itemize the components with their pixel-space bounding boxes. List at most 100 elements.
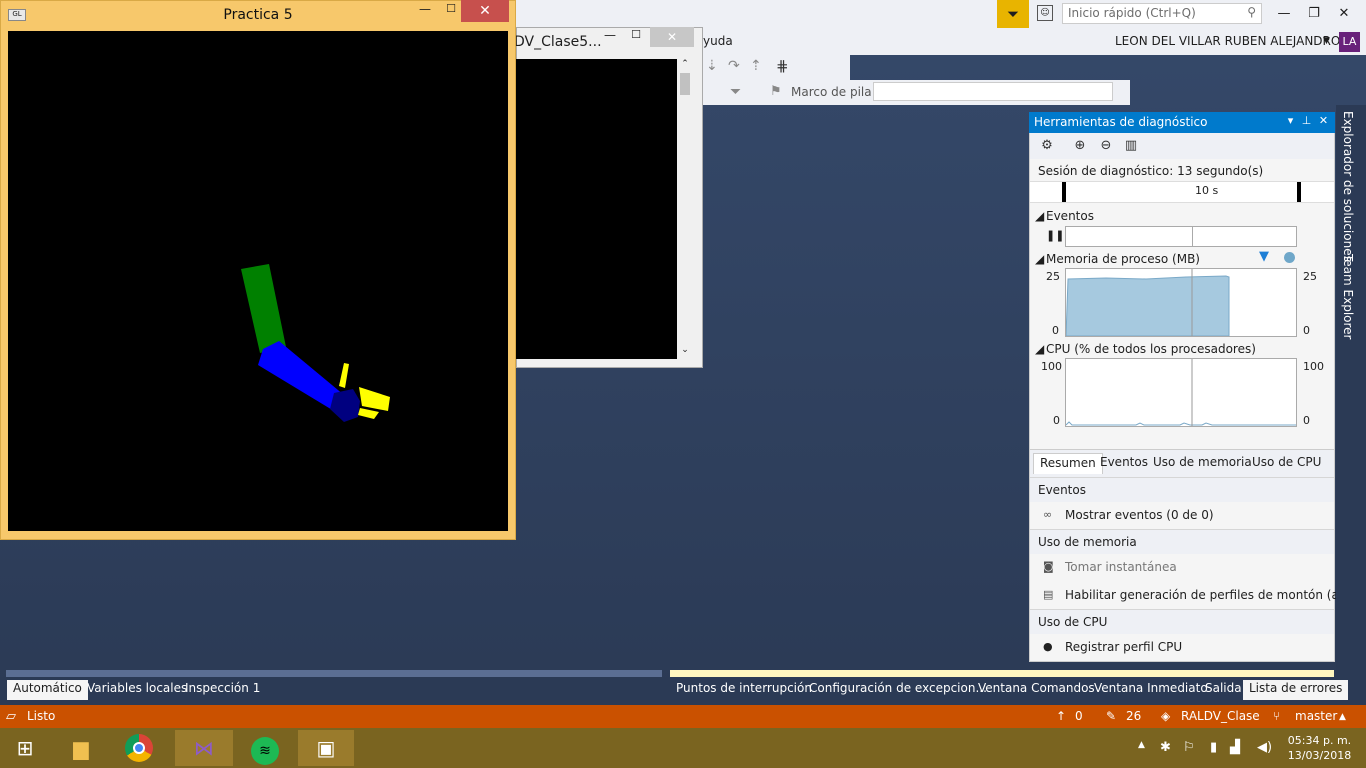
windows-start-icon[interactable]: ⊞ (0, 730, 50, 766)
tab-error-list[interactable]: Lista de errores (1243, 680, 1349, 700)
changes-count[interactable]: 26 (1126, 709, 1141, 723)
finger-lower (358, 408, 379, 419)
unpushed-count[interactable]: 0 (1075, 709, 1083, 723)
mem-min-left: 0 (1052, 324, 1059, 337)
side-tab-team-explorer[interactable]: Team Explorer (1341, 254, 1355, 340)
repo-name[interactable]: RALDV_Clase (1181, 709, 1260, 723)
network-icon[interactable]: ▟ (1230, 740, 1240, 755)
timeline-ruler[interactable] (1030, 181, 1334, 203)
timeline-end-marker[interactable] (1297, 182, 1301, 202)
tab-exception-settings[interactable]: Configuración de excepcion... (803, 680, 993, 700)
events-expand-icon[interactable]: ◢ (1035, 209, 1044, 223)
zoom-in-icon[interactable]: ⊕ (1072, 138, 1088, 154)
flag-cross-icon[interactable]: ⚑ (770, 84, 782, 99)
step-into-icon[interactable]: ⇣ (706, 58, 718, 74)
cpu-expand-icon[interactable]: ◢ (1035, 342, 1044, 356)
dropdown-icon[interactable]: ▾ (1283, 114, 1298, 130)
scroll-down-icon[interactable]: ⌄ (677, 345, 693, 359)
avatar[interactable]: LA (1339, 32, 1360, 52)
show-events-action[interactable]: Mostrar eventos (0 de 0) (1065, 508, 1214, 522)
finger-top (339, 363, 349, 388)
panel-close-icon[interactable]: ✕ (1316, 114, 1331, 130)
debug-toolbar: ⇣ ↷ ⇡ ⋕ (700, 55, 850, 80)
tab-immediate-window[interactable]: Ventana Inmediato (1088, 680, 1214, 700)
heap-icon: ▤ (1043, 588, 1054, 601)
chart-icon[interactable]: ▥ (1123, 138, 1139, 154)
tab-variables-locales[interactable]: Variables locales (81, 680, 193, 700)
console-output[interactable] (516, 59, 677, 359)
snapshot-marker-icon: ▼ (1259, 249, 1269, 264)
snapshot-action[interactable]: Tomar instantánea (1065, 560, 1177, 574)
stack-frame-select[interactable] (873, 82, 1113, 101)
console-maximize-icon[interactable]: ☐ (629, 28, 643, 42)
tab-uso-cpu[interactable]: Uso de CPU (1246, 453, 1327, 474)
timeline-start-marker[interactable] (1062, 182, 1066, 202)
zoom-out-icon[interactable]: ⊖ (1098, 138, 1114, 154)
memory-header: Memoria de proceso (MB) (1046, 252, 1200, 266)
clock-date: 13/03/2018 (1287, 749, 1352, 762)
cpu-area (1065, 359, 1296, 426)
pin-icon[interactable]: ⊥ (1299, 114, 1314, 130)
link-icon: ∞ (1043, 508, 1053, 521)
minimize-icon[interactable]: — (1274, 4, 1294, 24)
gl-close-icon[interactable]: ✕ (461, 0, 509, 22)
events-track[interactable] (1065, 226, 1297, 247)
scroll-up-icon[interactable]: ⌃ (677, 59, 693, 73)
branch-chevron-icon[interactable]: ▲ (1339, 712, 1346, 722)
user-name[interactable]: LEON DEL VILLAR RUBEN ALEJANDRO (1115, 34, 1340, 48)
filter-icon[interactable]: ⏷ (997, 0, 1029, 28)
tab-eventos[interactable]: Eventos (1094, 453, 1154, 474)
scroll-thumb[interactable] (680, 73, 690, 95)
clock[interactable]: 05:34 p. m. 13/03/2018 (1282, 733, 1357, 763)
chrome-icon[interactable] (114, 730, 164, 766)
cpu-max-left: 100 (1041, 360, 1062, 373)
bluetooth-icon[interactable]: ✱ (1160, 740, 1171, 755)
search-icon: ⚲ (1247, 5, 1256, 19)
console-app-icon[interactable]: ▣ (298, 730, 354, 766)
heap-profiling-action[interactable]: Habilitar generación de perfiles de mont… (1065, 588, 1357, 602)
tab-inspeccion[interactable]: Inspección 1 (179, 680, 266, 700)
memory-graph[interactable] (1065, 268, 1297, 337)
quick-launch-placeholder: Inicio rápido (Ctrl+Q) (1068, 6, 1196, 20)
battery-icon[interactable]: ▮ (1210, 740, 1217, 755)
feedback-icon[interactable]: ☺ (1037, 5, 1053, 21)
gear-icon[interactable]: ⚙ (1039, 138, 1055, 154)
console-minimize-icon[interactable]: — (603, 28, 617, 42)
gl-maximize-icon[interactable]: ☐ (444, 2, 458, 16)
chevron-down-icon[interactable]: ▼ (1323, 36, 1330, 46)
visual-studio-icon[interactable]: ⋈ (175, 730, 233, 766)
close-icon[interactable]: ✕ (1334, 4, 1354, 24)
restore-icon[interactable]: ❐ (1304, 4, 1324, 24)
gl-minimize-icon[interactable]: — (418, 2, 432, 16)
tab-command-window[interactable]: Ventana Comandos (972, 680, 1101, 700)
section-cpu: Uso de CPU (1030, 609, 1334, 634)
tab-output[interactable]: Salida (1199, 680, 1248, 700)
gl-canvas[interactable] (8, 31, 508, 531)
threads-icon[interactable]: ⋕ (776, 57, 789, 75)
menu-help[interactable]: yuda (703, 34, 733, 48)
mem-max-left: 25 (1046, 270, 1060, 283)
tab-uso-memoria[interactable]: Uso de memoria (1147, 453, 1258, 474)
quick-launch-input[interactable]: Inicio rápido (Ctrl+Q) ⚲ (1062, 3, 1262, 24)
spotify-icon[interactable]: ≋ (240, 730, 290, 766)
step-out-icon[interactable]: ⇡ (750, 58, 762, 74)
branch-name[interactable]: master (1295, 709, 1337, 723)
console-close-icon[interactable]: ✕ (650, 27, 694, 47)
console-scrollbar[interactable]: ⌃ ⌄ (677, 59, 693, 359)
memory-area (1065, 269, 1230, 337)
step-over-icon[interactable]: ↷ (728, 58, 740, 74)
pause-icon[interactable]: ❚❚ (1046, 229, 1064, 242)
memory-expand-icon[interactable]: ◢ (1035, 252, 1044, 266)
tray-expand-icon[interactable]: ▲ (1138, 740, 1145, 750)
cpu-graph[interactable] (1065, 358, 1297, 427)
tab-resumen[interactable]: Resumen (1033, 453, 1103, 474)
side-tab-solution-explorer[interactable]: Explorador de soluciones (1341, 111, 1355, 262)
events-cursor (1192, 226, 1193, 247)
file-explorer-icon[interactable]: ▆ (56, 730, 106, 766)
record-cpu-action[interactable]: Registrar perfil CPU (1065, 640, 1182, 654)
tab-automatico[interactable]: Automático (7, 680, 88, 700)
action-center-icon[interactable]: ⚐ (1183, 740, 1195, 755)
volume-icon[interactable]: ◀) (1257, 740, 1272, 755)
tab-breakpoints[interactable]: Puntos de interrupción (670, 680, 818, 700)
funnel-icon[interactable]: ⏷ (730, 84, 741, 100)
